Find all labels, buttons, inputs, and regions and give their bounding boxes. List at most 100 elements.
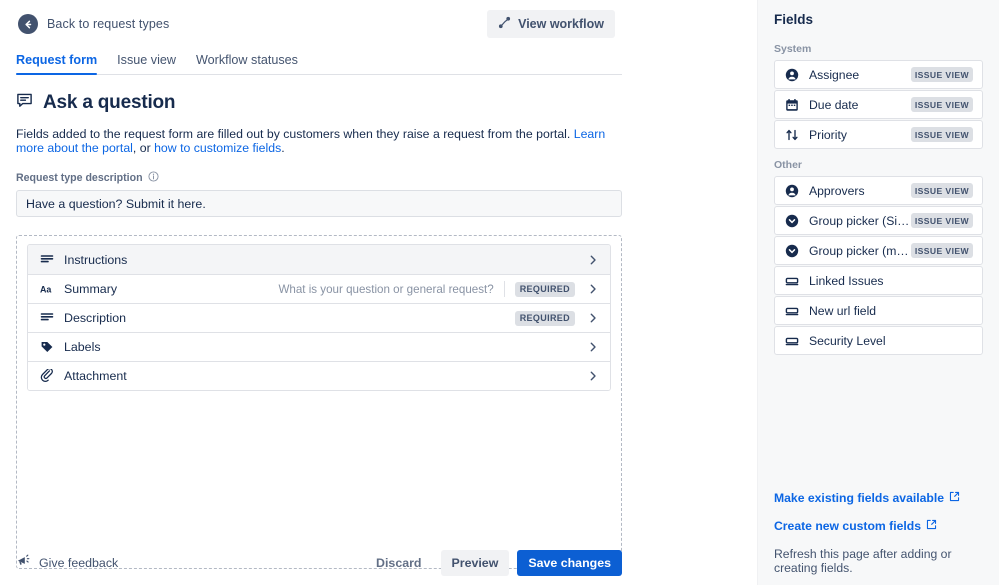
status-badge-issue-view: ISSUE VIEW (910, 67, 973, 82)
sidebar-field-assignee[interactable]: Assignee ISSUE VIEW (774, 60, 983, 89)
form-row-hint: What is your question or general request… (278, 282, 494, 296)
tab-request-form[interactable]: Request form (16, 53, 98, 75)
customize-fields-link[interactable]: how to customize fields (154, 141, 281, 155)
paperclip-icon (40, 369, 56, 383)
arrows-up-down-icon (785, 128, 801, 142)
preview-button[interactable]: Preview (440, 550, 510, 576)
sidebar-field-group-picker-multiple[interactable]: Group picker (multiple group... ISSUE VI… (774, 236, 983, 265)
description-text-after: . (281, 141, 285, 156)
text-field-icon (785, 304, 801, 318)
give-feedback-label: Give feedback (39, 556, 119, 570)
description-text-before: Fields added to the request form are fil… (16, 127, 574, 141)
paragraph-lines-icon (40, 253, 56, 267)
megaphone-icon (16, 553, 31, 573)
request-type-description-input[interactable] (16, 190, 622, 218)
action-bar: Give feedback Discard Preview Save chang… (16, 550, 622, 576)
person-circle-icon (785, 184, 801, 198)
back-to-request-types-button[interactable]: Back to request types (16, 12, 171, 36)
status-badge-issue-view: ISSUE VIEW (910, 97, 973, 112)
sidebar-field-label: Group picker (multiple group... (809, 243, 911, 258)
request-form-dropzone: Instructions Aa Summary What is your que… (16, 235, 622, 570)
sidebar-field-linked-issues[interactable]: Linked Issues (774, 266, 983, 295)
main-content: Back to request types View workflow Requ… (0, 0, 757, 585)
sidebar-field-due-date[interactable]: Due date ISSUE VIEW (774, 90, 983, 119)
tab-issue-view[interactable]: Issue view (117, 53, 176, 74)
sidebar-group-label-other: Other (774, 159, 803, 171)
chevron-right-icon (587, 370, 599, 382)
page-description: Fields added to the request form are fil… (16, 127, 620, 155)
make-existing-fields-available-link[interactable]: Make existing fields available (774, 491, 986, 505)
status-badge-required: REQUIRED (514, 281, 575, 297)
external-link-icon (926, 519, 937, 533)
save-changes-button[interactable]: Save changes (517, 550, 622, 576)
sidebar-field-label: Security Level (809, 333, 886, 348)
chevron-right-icon (587, 341, 599, 353)
sidebar-field-label: New url field (809, 303, 877, 318)
status-badge-issue-view: ISSUE VIEW (910, 243, 973, 258)
workflow-icon (498, 16, 511, 32)
form-row-attachment[interactable]: Attachment (28, 361, 610, 391)
tab-bar: Request form Issue view Workflow statuse… (16, 48, 622, 75)
make-existing-fields-available-label: Make existing fields available (774, 491, 945, 505)
view-workflow-label: View workflow (518, 17, 604, 31)
tag-icon (40, 340, 56, 354)
chevron-right-icon (587, 283, 599, 295)
arrow-left-circle-icon (18, 14, 38, 34)
description-text-mid: , or (132, 141, 155, 156)
status-badge-issue-view: ISSUE VIEW (910, 213, 973, 228)
row-divider (503, 281, 505, 298)
give-feedback-button[interactable]: Give feedback (16, 553, 118, 573)
sidebar-field-label: Due date (809, 97, 859, 112)
create-new-custom-fields-label: Create new custom fields (774, 519, 921, 533)
sidebar-group-label-system: System (774, 43, 812, 55)
form-row-summary[interactable]: Aa Summary What is your question or gene… (28, 274, 610, 304)
form-row-label: Summary (64, 282, 118, 297)
calendar-icon (785, 98, 801, 112)
status-badge-issue-view: ISSUE VIEW (910, 183, 973, 198)
sidebar-field-label: Group picker (Single group) (809, 213, 911, 228)
action-buttons: Discard Preview Save changes (365, 550, 622, 576)
back-button-label: Back to request types (47, 17, 170, 31)
fields-sidebar: Fields System Assignee ISSUE VIEW Due da… (757, 0, 999, 585)
tab-workflow-statuses[interactable]: Workflow statuses (196, 53, 298, 74)
info-circle-icon[interactable] (148, 171, 159, 185)
view-workflow-button[interactable]: View workflow (487, 10, 615, 38)
external-link-icon (949, 491, 960, 505)
form-row-description[interactable]: Description REQUIRED (28, 303, 610, 333)
sidebar-field-label: Linked Issues (809, 273, 884, 288)
form-row-label: Instructions (64, 252, 128, 267)
app-root: Back to request types View workflow Requ… (0, 0, 999, 585)
paragraph-lines-icon (40, 311, 56, 325)
status-badge-issue-view: ISSUE VIEW (910, 127, 973, 142)
text-field-icon (785, 274, 801, 288)
page-title-row: Ask a question (16, 92, 741, 114)
sidebar-field-approvers[interactable]: Approvers ISSUE VIEW (774, 176, 983, 205)
sidebar-refresh-note: Refresh this page after adding or creati… (774, 547, 952, 575)
form-row-label: Attachment (64, 369, 127, 384)
sidebar-field-priority[interactable]: Priority ISSUE VIEW (774, 120, 983, 149)
form-row-instructions[interactable]: Instructions (28, 245, 610, 275)
chevron-circle-down-icon (785, 214, 801, 228)
discard-button[interactable]: Discard (365, 550, 432, 576)
form-row-label: Labels (64, 340, 101, 355)
chevron-right-icon (587, 312, 599, 324)
sidebar-field-label: Priority (809, 127, 847, 142)
top-bar: Back to request types View workflow (16, 0, 741, 40)
person-circle-icon (785, 68, 801, 82)
request-type-description-label: Request type description (16, 171, 741, 185)
svg-text:Aa: Aa (40, 285, 51, 295)
text-aa-icon: Aa (40, 283, 56, 295)
text-field-icon (785, 334, 801, 348)
form-fields-list: Instructions Aa Summary What is your que… (27, 244, 611, 392)
sidebar-field-label: Approvers (809, 183, 865, 198)
sidebar-field-group-picker-single[interactable]: Group picker (Single group) ISSUE VIEW (774, 206, 983, 235)
form-row-labels[interactable]: Labels (28, 332, 610, 362)
request-type-description-label-text: Request type description (16, 172, 143, 185)
status-badge-required: REQUIRED (514, 310, 575, 326)
sidebar-title: Fields (774, 12, 814, 27)
sidebar-field-new-url-field[interactable]: New url field (774, 296, 983, 325)
sidebar-field-security-level[interactable]: Security Level (774, 326, 983, 355)
sidebar-field-label: Assignee (809, 67, 860, 82)
create-new-custom-fields-link[interactable]: Create new custom fields (774, 519, 986, 533)
chevron-circle-down-icon (785, 244, 801, 258)
